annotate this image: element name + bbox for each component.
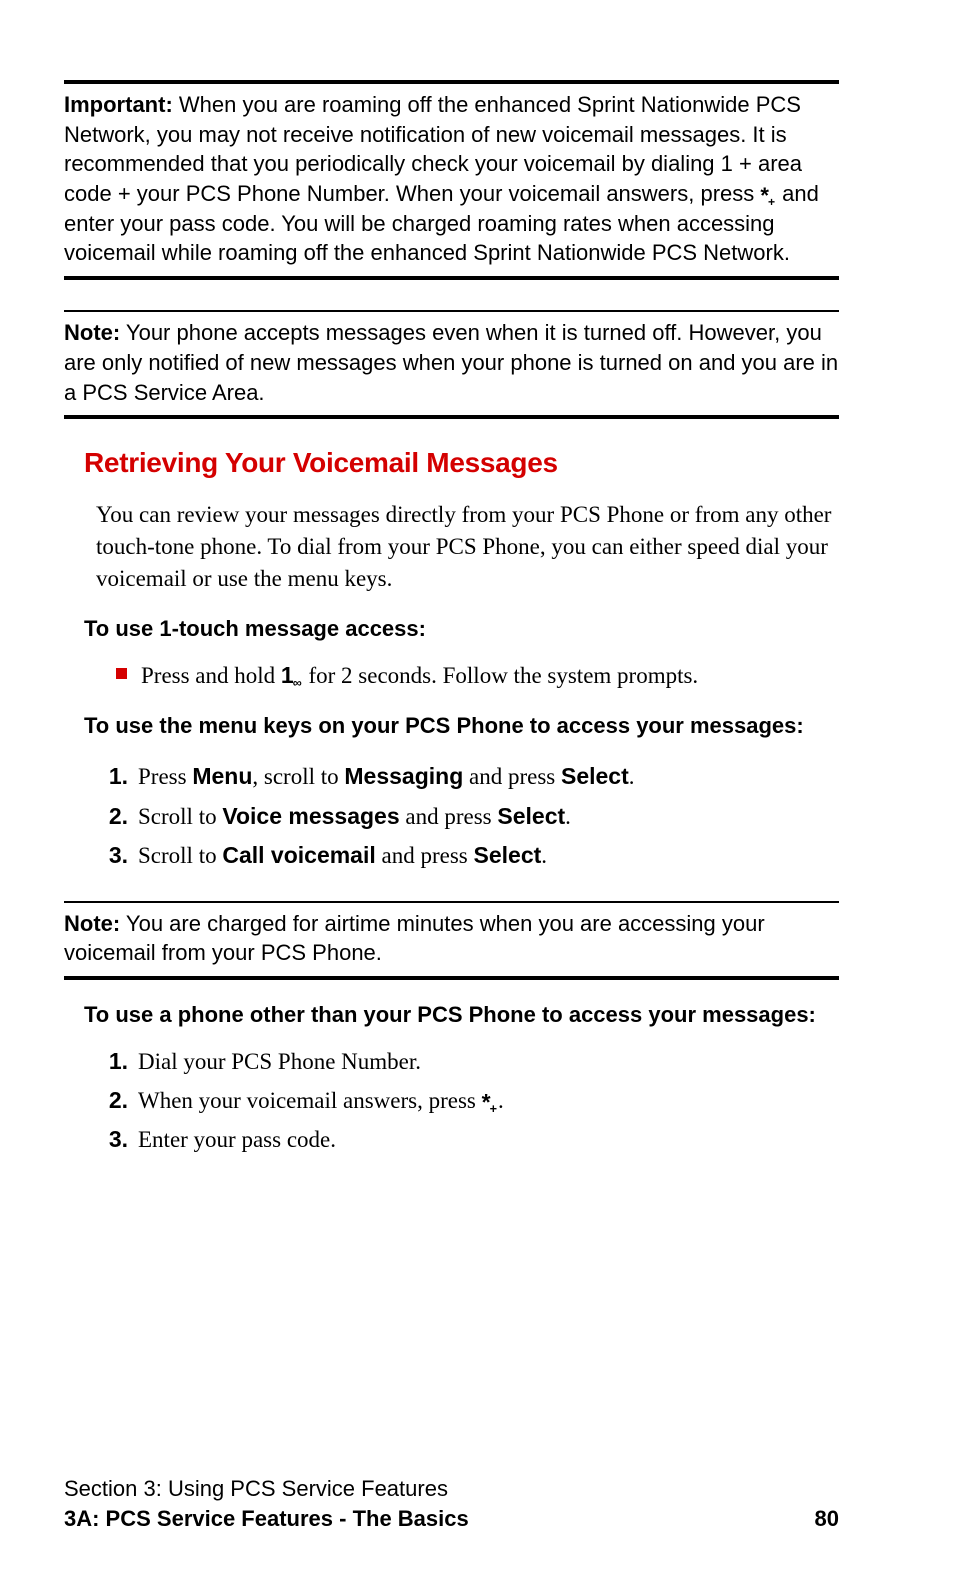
list-item: 2. Scroll to Voice messages and press Se… xyxy=(100,797,839,836)
list-item: 2. When your voicemail answers, press *. xyxy=(100,1081,839,1120)
subhead-menukeys: To use the menu keys on your PCS Phone t… xyxy=(84,713,839,739)
note-text: Your phone accepts messages even when it… xyxy=(64,320,838,404)
page-footer: Section 3: Using PCS Service Features 3A… xyxy=(64,1476,839,1532)
ordered-list-menu: 1. Press Menu, scroll to Messaging and p… xyxy=(100,757,839,874)
important-callout: Important: When you are roaming off the … xyxy=(64,84,839,276)
note-text: You are charged for airtime minutes when… xyxy=(64,911,765,966)
rule xyxy=(64,415,839,419)
note-lead: Note: xyxy=(64,911,120,936)
page-number: 80 xyxy=(815,1506,839,1532)
subhead-otherphone: To use a phone other than your PCS Phone… xyxy=(84,1002,839,1028)
list-item: 3. Scroll to Call voicemail and press Se… xyxy=(100,836,839,875)
important-lead: Important: xyxy=(64,92,173,117)
key-1-icon: 1∞ xyxy=(281,662,303,688)
section-heading: Retrieving Your Voicemail Messages xyxy=(84,447,839,479)
note-callout-1: Note: Your phone accepts messages even w… xyxy=(64,312,839,415)
bullet-item: Press and hold 1∞ for 2 seconds. Follow … xyxy=(116,660,839,691)
star-key-icon: * xyxy=(482,1083,498,1122)
ordered-list-otherphone: 1. Dial your PCS Phone Number. 2. When y… xyxy=(100,1042,839,1159)
intro-paragraph: You can review your messages directly fr… xyxy=(96,499,839,594)
list-item: 1. Dial your PCS Phone Number. xyxy=(100,1042,839,1081)
subhead-1touch: To use 1-touch message access: xyxy=(84,616,839,642)
list-item: 3. Enter your pass code. xyxy=(100,1120,839,1159)
important-text-a: When you are roaming off the enhanced Sp… xyxy=(64,92,802,206)
star-key-icon: * xyxy=(760,181,776,211)
note-lead: Note: xyxy=(64,320,120,345)
footer-section: Section 3: Using PCS Service Features xyxy=(64,1476,839,1502)
note-callout-2: Note: You are charged for airtime minute… xyxy=(64,903,839,976)
footer-subsection: 3A: PCS Service Features - The Basics xyxy=(64,1506,469,1532)
bullet-text: Press and hold 1∞ for 2 seconds. Follow … xyxy=(141,660,698,691)
list-item: 1. Press Menu, scroll to Messaging and p… xyxy=(100,757,839,796)
square-bullet-icon xyxy=(116,668,127,679)
